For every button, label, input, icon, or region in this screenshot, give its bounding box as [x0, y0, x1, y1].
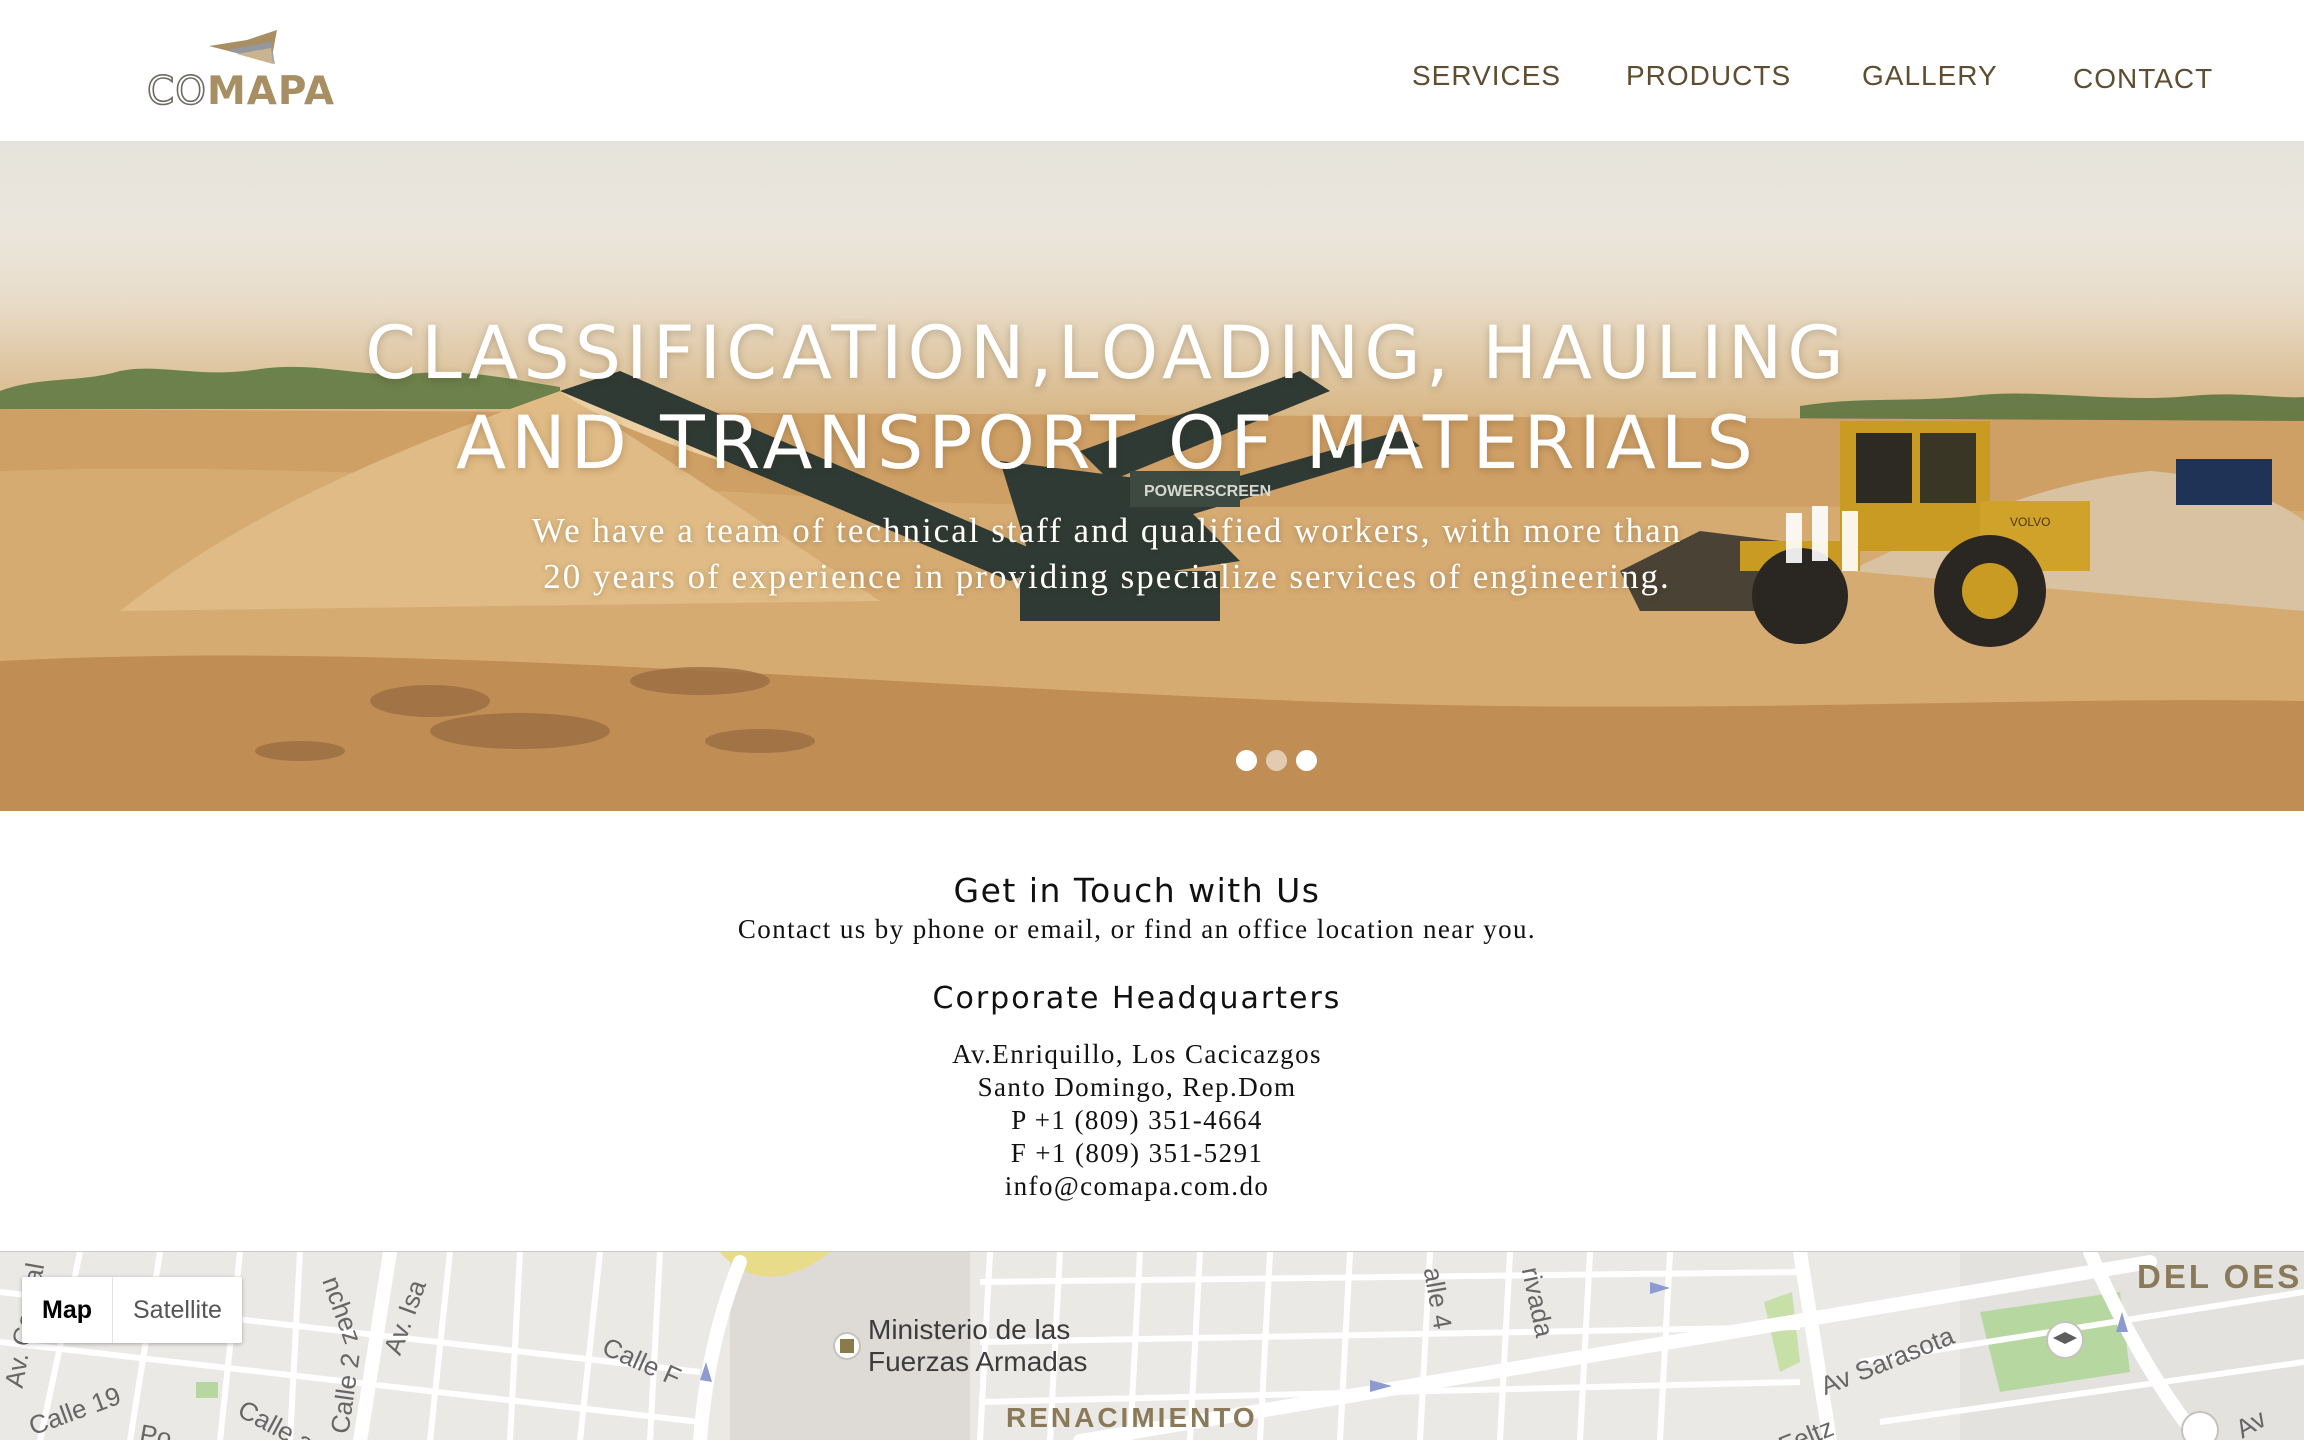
logo-wordmark: COMAPA [146, 69, 336, 114]
logo-wordmark-mapa: MAPA [206, 69, 336, 114]
fax-number: F +1 (809) 351-5291 [1010, 1138, 1264, 1168]
map-district-renacimiento: RENACIMIENTO [1006, 1402, 1258, 1433]
address-line2: Santo Domingo, Rep.Dom [977, 1072, 1297, 1102]
slide-dot-1[interactable] [1236, 750, 1257, 771]
contact-title: Get in Touch with Us [953, 871, 1321, 910]
logo-mark-icon [209, 30, 277, 64]
nav-services[interactable]: SERVICES [1412, 60, 1561, 92]
hero-title: CLASSIFICATION,LOADING, HAULING AND TRAN… [0, 309, 2304, 489]
hero-title-line1: CLASSIFICATION,LOADING, HAULING [365, 311, 1849, 396]
map-poi-ministerio[interactable]: Ministerio de las Fuerzas Armadas [868, 1314, 1087, 1378]
site-header: COMAPA SERVICES PRODUCTS GALLERY CONTACT [0, 0, 2304, 141]
hq-address: Av.Enriquillo, Los Cacicazgos Santo Domi… [0, 1038, 2304, 1203]
hero-subtitle: We have a team of technical staff and qu… [0, 508, 2304, 600]
address-line1: Av.Enriquillo, Los Cacicazgos [952, 1039, 1322, 1069]
hero-slider[interactable]: POWERSCREEN VOLVO CLASSIFICATION,LOADING… [0, 141, 2304, 811]
map-district-del-oeste: DEL OES [2137, 1258, 2303, 1295]
map-type-satellite-button[interactable]: Satellite [113, 1277, 242, 1343]
phone-number[interactable]: P +1 (809) 351-4664 [0, 1104, 2274, 1137]
contact-section: Get in Touch with Us Contact us by phone… [0, 811, 2304, 1251]
hero-title-line2: AND TRANSPORT OF MATERIALS [456, 401, 1758, 486]
google-map[interactable]: Ministerio de las Fuerzas Armadas RENACI… [0, 1251, 2304, 1440]
hero-subtitle-line1: We have a team of technical staff and qu… [531, 511, 1683, 550]
map-type-control: Map Satellite [22, 1277, 242, 1343]
hq-title: Corporate Headquarters [932, 981, 1342, 1016]
nav-gallery[interactable]: GALLERY [1862, 60, 1998, 92]
contact-lead: Contact us by phone or email, or find an… [737, 914, 1537, 944]
comapa-logo[interactable]: COMAPA [146, 28, 337, 114]
map-type-map-button[interactable]: Map [22, 1277, 113, 1343]
poi-marker-icon[interactable] [834, 1333, 860, 1359]
nav-contact[interactable]: CONTACT [2073, 63, 2213, 95]
poi-label-line1: Ministerio de las [868, 1314, 1071, 1345]
logo-wordmark-co: CO [146, 69, 207, 114]
poi-label-line2: Fuerzas Armadas [868, 1346, 1088, 1377]
slide-dot-2[interactable] [1266, 750, 1287, 771]
email-link[interactable]: info@comapa.com.do [0, 1170, 2274, 1203]
hero-subtitle-line2: 20 years of experience in providing spec… [543, 557, 1671, 596]
slide-dot-3[interactable] [1296, 750, 1317, 771]
school-icon[interactable] [2047, 1322, 2083, 1358]
nav-products[interactable]: PRODUCTS [1626, 60, 1791, 92]
